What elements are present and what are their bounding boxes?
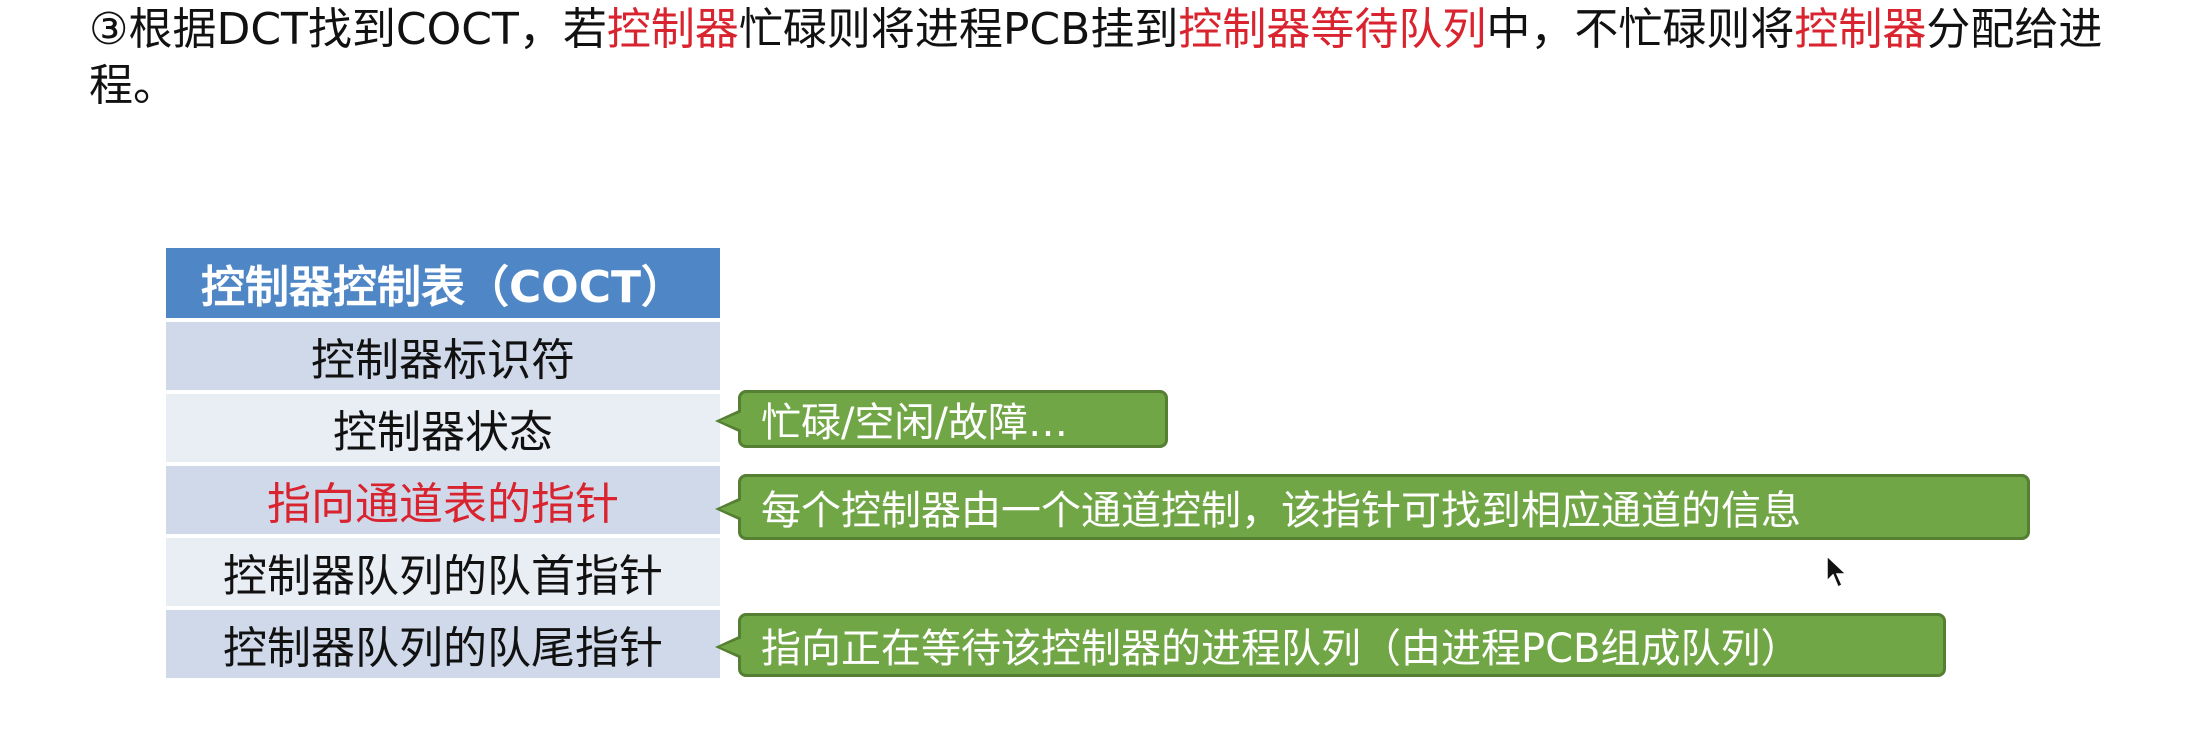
callout-controller-status: 忙碌/空闲/故障… [715, 390, 1168, 448]
row-controller-status: 控制器状态 [166, 394, 720, 466]
mouse-cursor-icon [1826, 555, 1848, 589]
intro-text: 忙碌则将进程PCB挂到 [738, 4, 1179, 55]
intro-paragraph: ③根据DCT找到COCT，若控制器忙碌则将进程PCB挂到控制器等待队列中，不忙碌… [89, 2, 2129, 114]
row-channel-table-pointer: 指向通道表的指针 [166, 466, 720, 538]
callout-text: 每个控制器由一个通道控制，该指针可找到相应通道的信息 [761, 488, 1801, 534]
row-queue-head-pointer: 控制器队列的队首指针 [166, 538, 720, 610]
row-queue-tail-pointer: 控制器队列的队尾指针 [166, 610, 720, 682]
row-controller-id: 控制器标识符 [166, 322, 720, 394]
coct-table: 控制器控制表（COCT） 控制器标识符 控制器状态 指向通道表的指针 控制器队列… [166, 248, 720, 682]
intro-text: ③根据DCT找到COCT，若 [89, 4, 607, 55]
callout-text: 忙碌/空闲/故障… [761, 400, 1068, 446]
coct-table-header: 控制器控制表（COCT） [166, 248, 720, 322]
intro-highlight-controller-queue: 控制器等待队列 [1178, 4, 1487, 55]
callout-channel-pointer: 每个控制器由一个通道控制，该指针可找到相应通道的信息 [715, 474, 2030, 540]
intro-highlight-controller: 控制器 [1794, 4, 1927, 55]
callout-process-queue: 指向正在等待该控制器的进程队列（由进程PCB组成队列） [715, 613, 1946, 677]
intro-text: 中，不忙碌则将 [1486, 4, 1795, 55]
callout-text: 指向正在等待该控制器的进程队列（由进程PCB组成队列） [761, 626, 1801, 672]
intro-highlight-controller: 控制器 [606, 4, 739, 55]
